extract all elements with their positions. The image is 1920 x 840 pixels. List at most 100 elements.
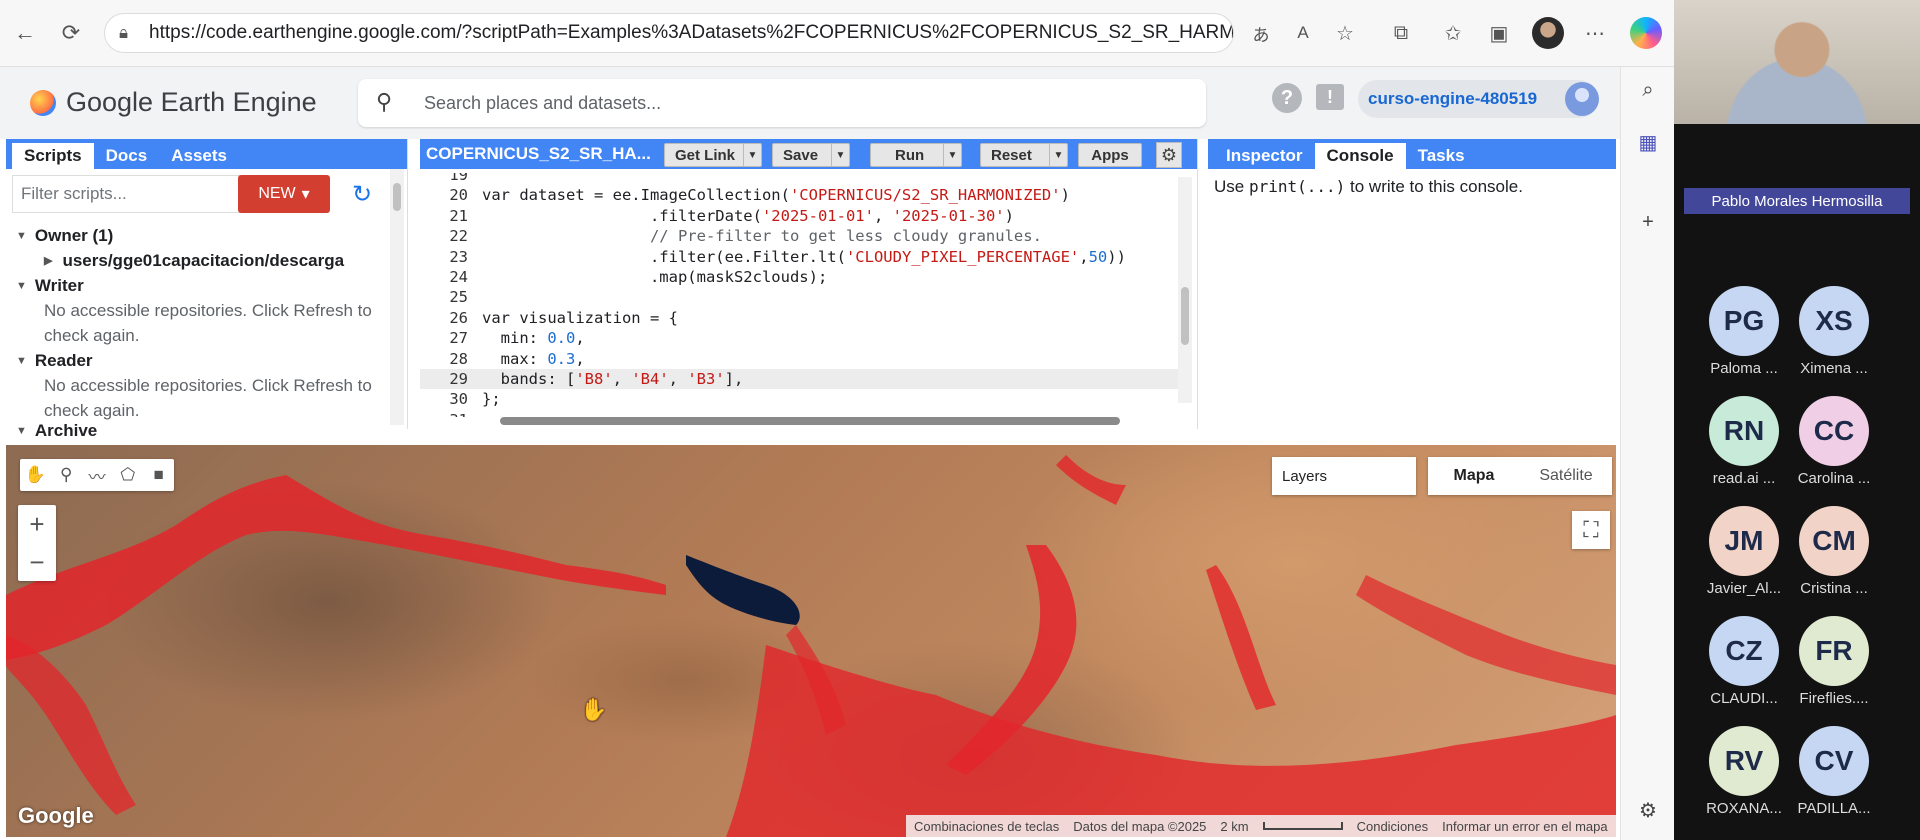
collections-icon[interactable]: ▣ (1484, 18, 1514, 48)
code-line[interactable]: 22 // Pre-filter to get less cloudy gran… (420, 226, 1180, 246)
participant-tile[interactable]: CV PADILLA... (1786, 726, 1882, 817)
map-type-map[interactable]: Mapa (1428, 457, 1520, 495)
star-icon[interactable]: ☆ (1330, 18, 1360, 48)
participant-tile[interactable]: PG Paloma ... (1696, 286, 1792, 377)
pin-icon[interactable]: ⚲ (51, 459, 82, 491)
code-line[interactable]: 23 .filter(ee.Filter.lt('CLOUDY_PIXEL_PE… (420, 247, 1180, 267)
gear-icon[interactable]: ⚙ (1156, 142, 1182, 168)
report-error-link[interactable]: Informar un error en el mapa (1442, 819, 1607, 834)
participant-tile[interactable]: FR Fireflies.... (1786, 616, 1882, 707)
map-attribution: Combinaciones de teclas Datos del mapa ©… (906, 815, 1616, 837)
code-area[interactable]: 19 20 var dataset = ee.ImageCollection('CO… (420, 173, 1180, 417)
copilot-icon[interactable] (1630, 17, 1662, 49)
add-icon[interactable]: + (1633, 207, 1663, 237)
map-type-satellite[interactable]: Satélite (1520, 457, 1612, 495)
participant-avatar: PG (1709, 286, 1779, 356)
apps-button[interactable]: Apps (1078, 143, 1142, 167)
zoom-in-icon[interactable]: + (18, 505, 56, 543)
tree-owner-repo[interactable]: ▶ users/gge01capacitacion/descarga (16, 248, 396, 273)
code-line[interactable]: 26 var visualization = { (420, 308, 1180, 328)
feedback-icon[interactable]: ! (1316, 84, 1344, 110)
hand-icon[interactable]: ✋ (20, 459, 51, 491)
read-aloud-icon[interactable]: A (1288, 18, 1318, 48)
camera-feed (1674, 0, 1920, 124)
teams-icon[interactable]: ▦ (1633, 127, 1663, 157)
caret-down-icon: ▼ (16, 354, 27, 367)
caret-down-icon[interactable]: ▼ (943, 144, 961, 166)
code-line[interactable]: 28 max: 0.3, (420, 349, 1180, 369)
address-bar[interactable]: 🔒︎ https://code.earthengine.google.com/?… (104, 13, 1234, 53)
code-line[interactable]: 27 min: 0.0, (420, 328, 1180, 348)
participant-tile[interactable]: JM Javier_Al... (1696, 506, 1792, 597)
code-line[interactable]: 25 (420, 287, 1180, 307)
editor-vscrollbar[interactable] (1178, 177, 1192, 403)
extensions-icon[interactable]: ⧉ (1386, 18, 1416, 48)
code-line[interactable]: 20 var dataset = ee.ImageCollection('COPE… (420, 185, 1180, 205)
filter-scripts-input[interactable]: Filter scripts... (12, 175, 240, 213)
tab-console[interactable]: Console (1314, 143, 1406, 169)
participant-tile[interactable]: RV ROXANA... (1696, 726, 1792, 817)
participant-avatar: CV (1799, 726, 1869, 796)
participant-name: Ximena ... (1800, 360, 1868, 377)
more-menu-icon[interactable]: ⋯ (1580, 18, 1610, 48)
tab-scripts[interactable]: Scripts (12, 143, 94, 169)
search-icon[interactable]: ⌕ (1633, 75, 1663, 105)
participant-tile[interactable]: RN read.ai ... (1696, 396, 1792, 487)
tab-assets[interactable]: Assets (159, 143, 239, 169)
participant-avatar: CC (1799, 396, 1869, 466)
tree-reader[interactable]: ▼ Reader (16, 348, 396, 373)
reload-icon[interactable]: ⟳ (56, 18, 86, 48)
keyboard-shortcuts-link[interactable]: Combinaciones de teclas (914, 819, 1059, 834)
code-line[interactable]: 19 (420, 173, 1180, 185)
tree-owner[interactable]: ▼ Owner (1) (16, 223, 396, 248)
refresh-icon[interactable]: ↻ (342, 175, 382, 213)
url-text: https://code.earthengine.google.com/?scr… (149, 22, 1234, 43)
fullscreen-icon[interactable]: ⛶ (1572, 511, 1610, 549)
code-line[interactable]: 21 .filterDate('2025-01-01', '2025-01-30… (420, 206, 1180, 226)
settings-icon[interactable]: ⚙ (1633, 795, 1663, 825)
project-selector[interactable]: curso-engine-480519 (1358, 80, 1598, 118)
tab-inspector[interactable]: Inspector (1214, 143, 1315, 169)
participant-tile[interactable]: CZ CLAUDI... (1696, 616, 1792, 707)
polygon-icon[interactable]: ⬠ (112, 459, 143, 491)
script-title[interactable]: COPERNICUS_S2_SR_HA... (426, 144, 651, 164)
search-input[interactable]: ⚲ Search places and datasets... (358, 79, 1206, 127)
scripts-scrollbar[interactable] (390, 169, 404, 425)
code-line[interactable]: 29 bands: ['B8', 'B4', 'B3'], (420, 369, 1180, 389)
tab-tasks[interactable]: Tasks (1406, 143, 1477, 169)
reset-button[interactable]: Reset ▼ (980, 143, 1068, 167)
tree-writer[interactable]: ▼ Writer (16, 273, 396, 298)
help-icon[interactable]: ? (1272, 83, 1302, 113)
translate-icon[interactable]: あ (1246, 18, 1276, 48)
archive-label: Archive (34, 423, 98, 439)
caret-down-icon[interactable]: ▼ (831, 144, 849, 166)
line-number: 30 (449, 390, 468, 409)
terms-link[interactable]: Condiciones (1357, 819, 1429, 834)
save-button[interactable]: Save ▼ (772, 143, 850, 167)
run-button[interactable]: Run ▼ (870, 143, 962, 167)
map-view[interactable]: ✋ ⚲ 〰 ⬠ ■ + − Layers Mapa Satélite ⛶ ✋ G… (6, 445, 1616, 837)
get-link-button[interactable]: Get Link ▼ (664, 143, 762, 167)
back-icon[interactable]: ← (10, 18, 40, 48)
new-button[interactable]: NEW ▾ (238, 175, 330, 213)
participant-tile[interactable]: CM Cristina ... (1786, 506, 1882, 597)
rectangle-icon[interactable]: ■ (143, 459, 174, 491)
participant-tile[interactable]: XS Ximena ... (1786, 286, 1882, 377)
caret-down-icon[interactable]: ▼ (1049, 144, 1067, 166)
participant-name: read.ai ... (1712, 470, 1776, 487)
code-line[interactable]: 24 .map(maskS2clouds); (420, 267, 1180, 287)
app-logo[interactable]: Google Earth Engine (30, 87, 317, 118)
tab-docs[interactable]: Docs (94, 143, 160, 169)
code-line[interactable]: 30}; (420, 389, 1180, 409)
caret-down-icon[interactable]: ▼ (743, 144, 761, 166)
participant-tile[interactable]: CC Carolina ... (1786, 396, 1882, 487)
layers-button[interactable]: Layers (1272, 457, 1416, 495)
editor-hscrollbar[interactable] (490, 415, 1140, 427)
profile-avatar[interactable] (1532, 17, 1564, 49)
zoom-out-icon[interactable]: − (18, 543, 56, 581)
account-avatar[interactable] (1565, 82, 1599, 116)
tree-archive[interactable]: ▼ Archive (16, 423, 396, 439)
favorites-icon[interactable]: ✩ (1438, 18, 1468, 48)
participant-avatar: CZ (1709, 616, 1779, 686)
line-icon[interactable]: 〰 (82, 459, 113, 491)
